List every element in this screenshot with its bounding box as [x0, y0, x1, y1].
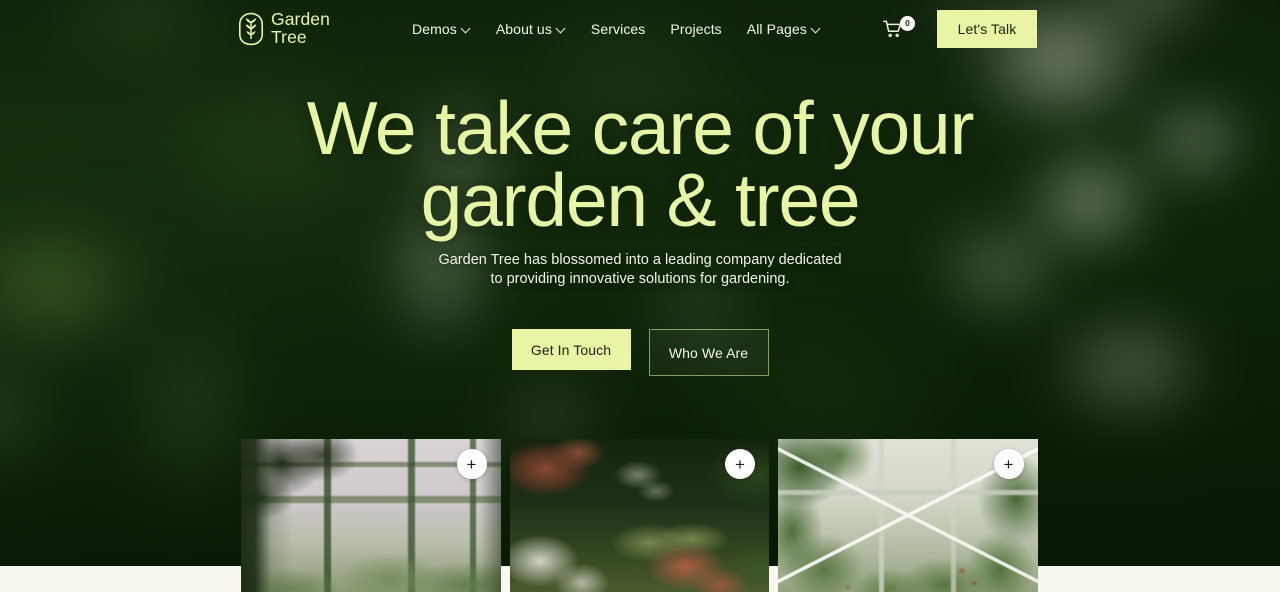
wheat-leaf-arch-icon — [239, 12, 263, 45]
hero-subtitle-line1: Garden Tree has blossomed into a leading… — [438, 252, 842, 268]
nav-label-about-us: About us — [495, 21, 552, 37]
cart-count-badge: 0 — [900, 16, 915, 31]
gallery-card-glass-greenhouse-tomatoes[interactable]: + — [778, 439, 1038, 592]
chevron-down-icon — [812, 24, 821, 33]
plus-icon[interactable]: + — [725, 449, 755, 479]
hero-title: We take care of your garden & tree — [0, 91, 1280, 242]
hero-gallery: + + + — [241, 439, 1038, 592]
nav-label-all-pages: All Pages — [746, 21, 807, 37]
brand-name-line1: Garden — [271, 9, 330, 29]
site-header: Garden Tree Demos About us Services Proj… — [0, 0, 1280, 58]
get-in-touch-button[interactable]: Get In Touch — [511, 329, 631, 370]
nav-label-demos: Demos — [412, 21, 457, 37]
plus-icon[interactable]: + — [993, 449, 1024, 479]
landing-page: Garden Tree Demos About us Services Proj… — [0, 0, 1280, 592]
brand-name: Garden Tree — [271, 9, 330, 47]
hero-subtitle-line2: to providing innovative solutions for ga… — [490, 271, 790, 287]
hero-title-line2: garden & tree — [420, 158, 861, 242]
nav-label-projects: Projects — [670, 21, 722, 37]
brand-logo[interactable]: Garden Tree — [238, 9, 330, 47]
hero-subtitle: Garden Tree has blossomed into a leading… — [0, 251, 1280, 289]
nav-item-services[interactable]: Services — [591, 21, 645, 37]
gallery-card-flowering-garden-shrubs[interactable]: + — [509, 439, 769, 592]
nav-item-projects[interactable]: Projects — [670, 21, 721, 37]
who-we-are-button[interactable]: Who We Are — [648, 329, 769, 376]
hero-action-buttons: Get In Touch Who We Are — [0, 329, 1280, 376]
chevron-down-icon — [462, 24, 471, 33]
nav-item-demos[interactable]: Demos — [412, 21, 471, 37]
nav-item-all-pages[interactable]: All Pages — [747, 21, 821, 37]
lets-talk-button[interactable]: Let's Talk — [937, 10, 1037, 48]
gallery-card-greenhouse-window-interior[interactable]: + — [241, 439, 501, 592]
main-navigation: Demos About us Services Projects All Pag… — [412, 0, 821, 58]
plus-icon[interactable]: + — [456, 449, 487, 479]
nav-item-about-us[interactable]: About us — [496, 21, 566, 37]
chevron-down-icon — [557, 24, 566, 33]
nav-label-services: Services — [590, 21, 646, 37]
brand-name-line2: Tree — [271, 26, 307, 47]
cart-button[interactable]: 0 — [880, 14, 915, 44]
